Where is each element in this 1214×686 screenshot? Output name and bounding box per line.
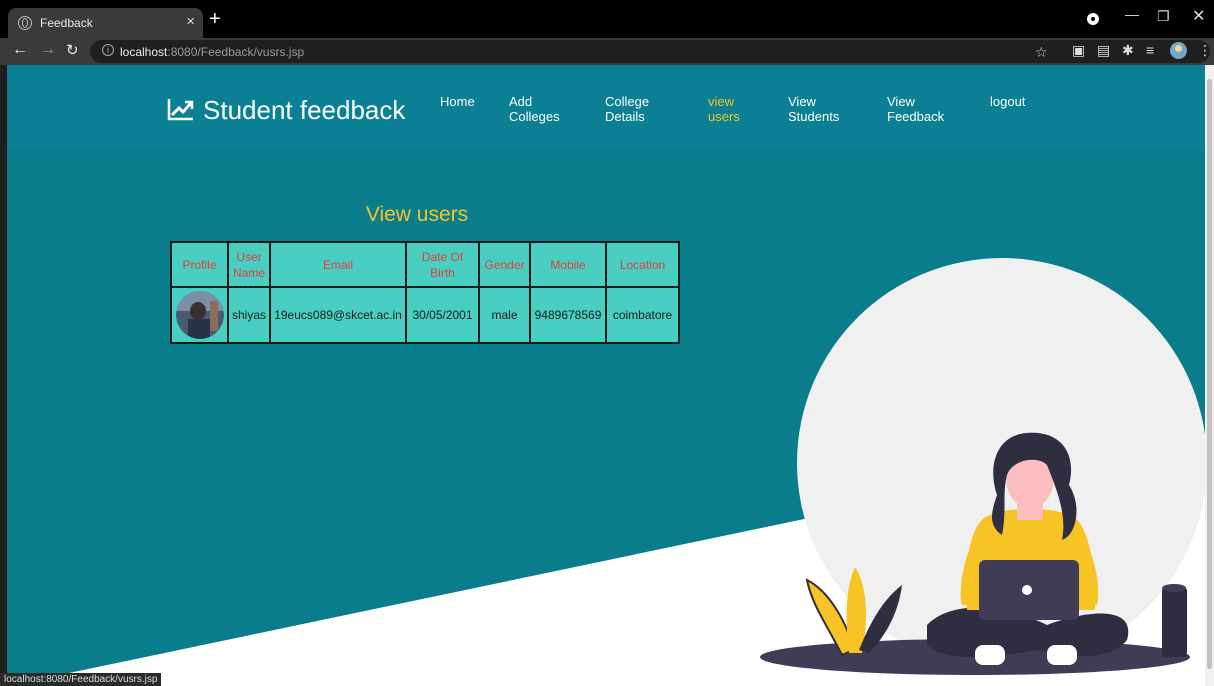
minimize-icon[interactable]: —: [1125, 6, 1139, 22]
browser-profile-avatar[interactable]: [1170, 42, 1187, 59]
nav-view-users[interactable]: view users: [708, 94, 788, 124]
restore-icon[interactable]: ❐: [1157, 8, 1170, 25]
page-title: View users: [365, 203, 469, 226]
extension-card-icon[interactable]: ▤: [1097, 42, 1110, 59]
window-close-icon[interactable]: ✕: [1192, 6, 1205, 26]
table-row: shiyas 19eucs089@skcet.ac.in 30/05/2001 …: [170, 286, 680, 344]
col-user-name: User Name: [227, 241, 271, 288]
col-date-of-birth: Date Of Birth: [405, 241, 480, 288]
page-background: [7, 65, 1205, 686]
web-page: Student feedback Home Add Colleges Colleg…: [7, 65, 1205, 686]
col-mobile: Mobile: [529, 241, 607, 288]
user-avatar: [175, 291, 224, 339]
cell-date-of-birth: 30/05/2001: [405, 286, 480, 344]
col-email: Email: [269, 241, 407, 288]
tab-title: Feedback: [40, 16, 93, 30]
col-location: Location: [605, 241, 680, 288]
menu-kebab-icon[interactable]: ⋮: [1198, 42, 1212, 59]
browser-toolbar: ← → ↻ i localhost:8080/Feedback/vusrs.js…: [0, 38, 1214, 65]
bookmark-star-icon[interactable]: ☆: [1035, 44, 1048, 61]
back-arrow-icon[interactable]: ←: [12, 41, 28, 59]
reload-icon[interactable]: ↻: [66, 41, 79, 59]
extension-screen-icon[interactable]: ▣: [1072, 42, 1085, 59]
cell-mobile: 9489678569: [529, 286, 607, 344]
new-tab-button[interactable]: +: [209, 8, 221, 30]
nav-college-details[interactable]: College Details: [605, 94, 685, 124]
globe-icon: [18, 16, 32, 30]
users-table: Profile User Name Email Date Of Birth Ge…: [170, 241, 680, 344]
nav-add-colleges[interactable]: Add Colleges: [509, 94, 589, 124]
nav-home[interactable]: Home: [440, 94, 520, 109]
status-bar-url: localhost:8080/Feedback/vusrs.jsp: [0, 673, 162, 686]
cell-email: 19eucs089@skcet.ac.in: [269, 286, 407, 344]
url-text: localhost:8080/Feedback/vusrs.jsp: [120, 45, 305, 59]
profile-cell: [170, 286, 229, 344]
site-brand[interactable]: Student feedback: [203, 95, 405, 126]
nav-view-feedback[interactable]: View Feedback: [887, 94, 967, 124]
puzzle-icon[interactable]: ✱: [1122, 42, 1134, 59]
page-scrollbar[interactable]: [1205, 65, 1214, 686]
col-gender: Gender: [478, 241, 531, 288]
forward-arrow-icon[interactable]: →: [40, 41, 56, 59]
col-profile: Profile: [170, 241, 229, 288]
table-header-row: Profile User Name Email Date Of Birth Ge…: [170, 241, 680, 288]
nav-view-students[interactable]: View Students: [788, 94, 868, 124]
site-header: Student feedback Home Add Colleges Colleg…: [7, 65, 1205, 149]
site-info-icon[interactable]: i: [102, 44, 114, 56]
trending-up-icon: [167, 99, 194, 121]
address-bar[interactable]: i localhost:8080/Feedback/vusrs.jsp ☆: [90, 40, 1210, 63]
tab-close-icon[interactable]: ×: [186, 13, 195, 30]
chrome-profile-icon[interactable]: [1087, 13, 1099, 25]
cell-gender: male: [478, 286, 531, 344]
browser-tab[interactable]: Feedback ×: [8, 8, 203, 38]
cell-user-name: shiyas: [227, 286, 271, 344]
media-playlist-icon[interactable]: ≡: [1146, 42, 1154, 58]
browser-tab-bar: Feedback × + — ❐ ✕: [0, 0, 1214, 38]
scrollbar-thumb[interactable]: [1207, 79, 1212, 669]
cell-location: coimbatore: [605, 286, 680, 344]
nav-logout[interactable]: logout: [990, 94, 1070, 109]
